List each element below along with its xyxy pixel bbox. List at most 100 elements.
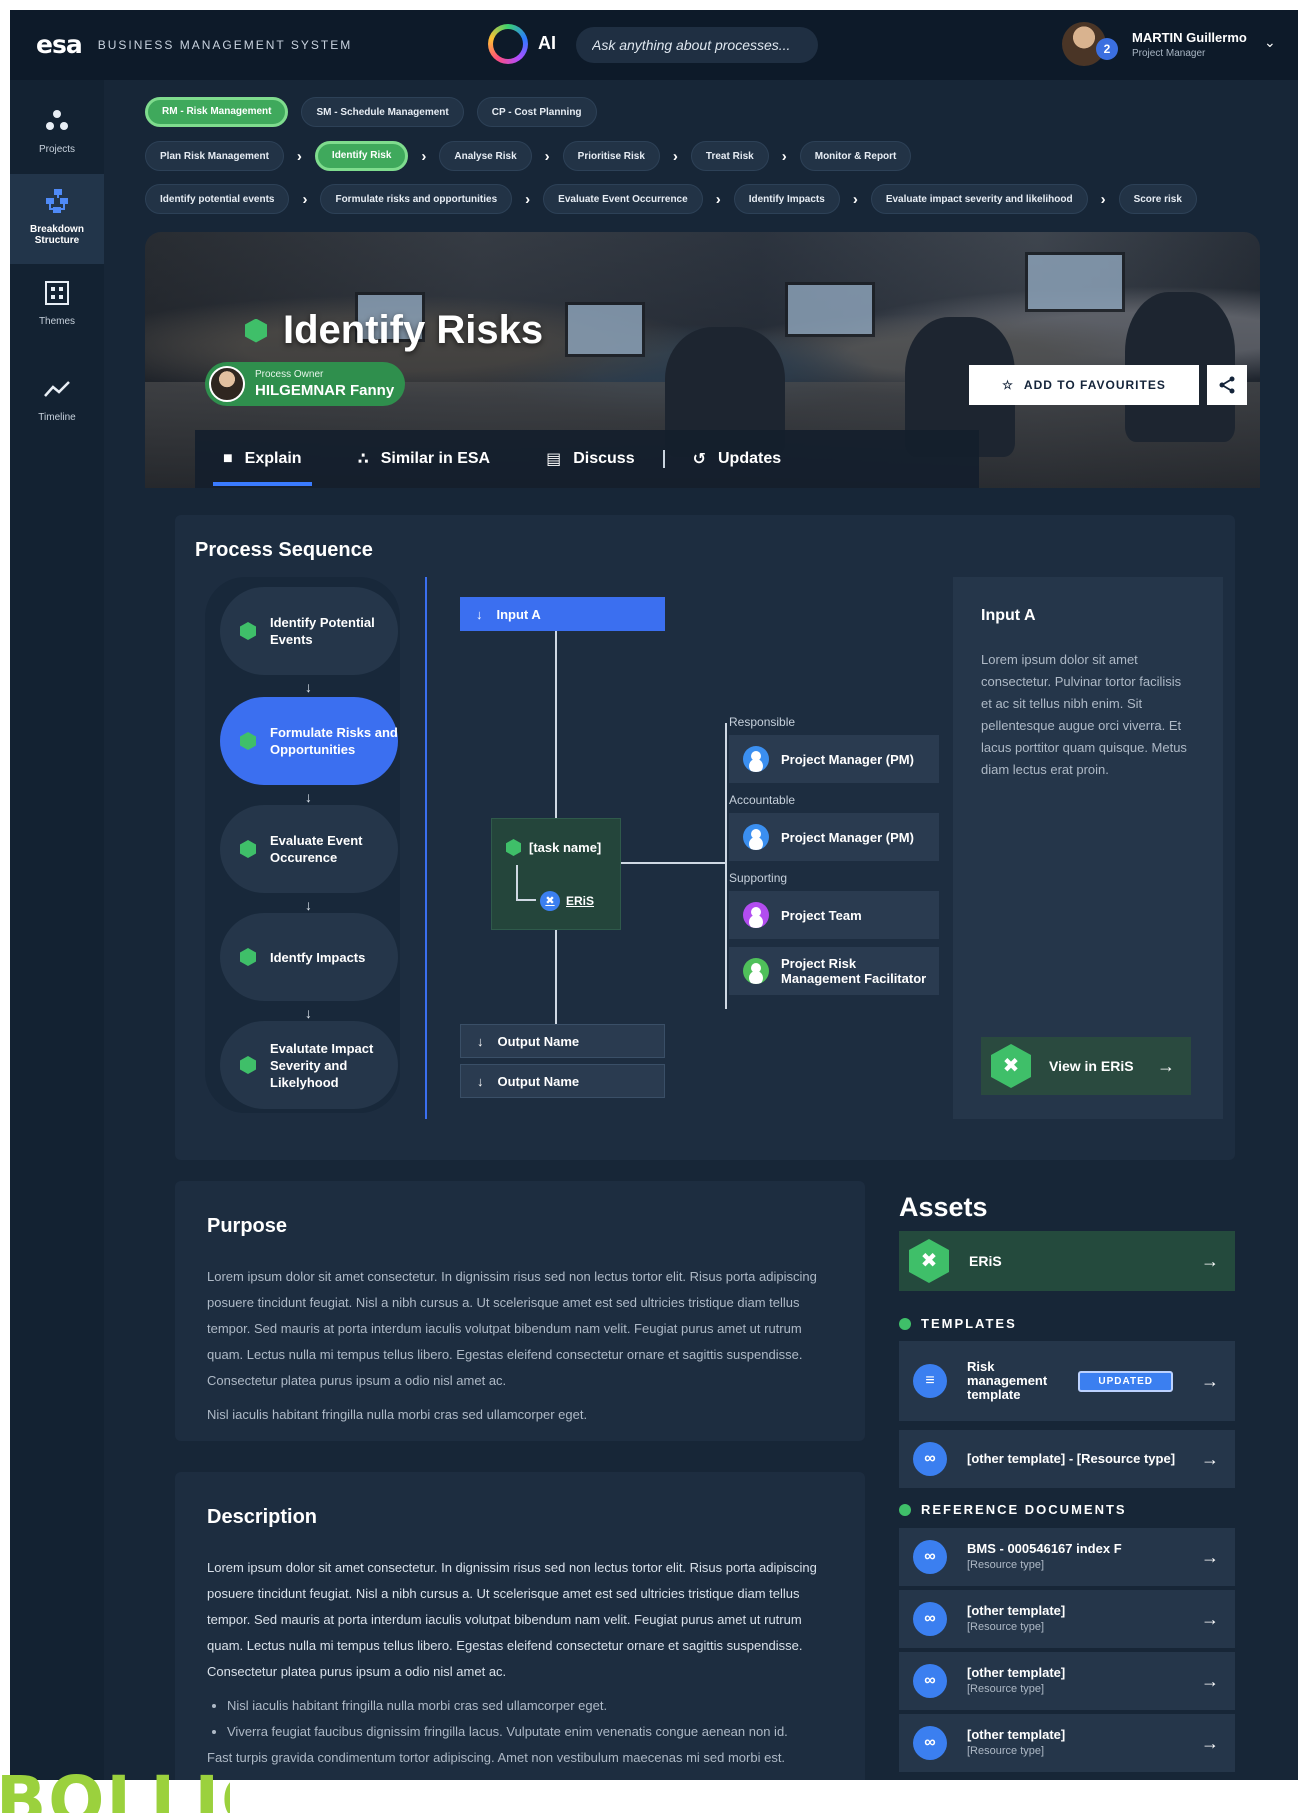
step-evaluate-occurrence[interactable]: Evaluate Event Occurence [220, 805, 398, 893]
task-tree-line [516, 865, 536, 901]
crumb-identify-events[interactable]: Identify potential events [145, 184, 290, 214]
crumb-identify-risk[interactable]: Identify Risk [314, 141, 409, 171]
role-responsible[interactable]: Project Manager (PM) [729, 735, 939, 783]
crumb-treat-risk[interactable]: Treat Risk [690, 141, 769, 171]
crumb-evaluate-severity[interactable]: Evaluate impact severity and likelihood [870, 184, 1088, 214]
chevron-right-icon: › [781, 147, 787, 165]
connector-line [555, 930, 557, 1024]
crumb-plan-risk[interactable]: Plan Risk Management [145, 141, 284, 171]
user-menu[interactable]: MARTIN Guillermo Project Manager [1062, 22, 1247, 66]
step-label: Identify Potential Events [270, 615, 375, 647]
page-title-text: Identify Risks [283, 308, 544, 352]
step-label: Evalutate Impact Severity and Likelyhood [270, 1040, 374, 1090]
output-box[interactable]: ↓ Output Name [460, 1064, 665, 1098]
tab-label: Explain [244, 450, 302, 467]
asset-eris[interactable]: ✖ ERiS → [899, 1231, 1235, 1291]
asset-eris-label: ERiS [969, 1253, 1002, 1269]
breadcrumb-row-domains: RM - Risk Management SM - Schedule Manag… [145, 97, 597, 127]
view-in-eris-button[interactable]: ✖ View in ERiS → [981, 1037, 1191, 1095]
task-tool-link[interactable]: ✖ ERiS [540, 891, 594, 911]
owner-avatar [209, 366, 245, 402]
tab-discuss[interactable]: ▤ Discuss [518, 430, 663, 488]
step-evaluate-severity[interactable]: Evalutate Impact Severity and Likelyhood [220, 1021, 398, 1109]
sidebar-item-breakdown[interactable]: Breakdown Structure [10, 174, 104, 264]
purpose-panel: Purpose Lorem ipsum dolor sit amet conse… [175, 1181, 865, 1441]
hexagon-icon [506, 839, 521, 856]
crumb-formulate-risks[interactable]: Formulate risks and opportunities [320, 184, 513, 214]
chevron-right-icon: › [852, 190, 858, 208]
star-icon: ☆ [1002, 378, 1014, 392]
tab-label: Updates [718, 450, 782, 467]
crumb-prioritise-risk[interactable]: Prioritise Risk [562, 141, 660, 171]
connector-line [621, 862, 727, 864]
crumb-analyse-risk[interactable]: Analyse Risk [439, 141, 532, 171]
crumb-risk-management[interactable]: RM - Risk Management [145, 97, 289, 127]
sidebar-item-timeline[interactable]: Timeline [10, 376, 104, 436]
doc-type: [Resource type] [967, 1621, 1045, 1633]
add-to-favourites-button[interactable]: ☆ ADD TO FAVOURITES [969, 365, 1199, 405]
esa-logo[interactable]: esa [36, 30, 83, 59]
hexagon-icon [240, 948, 256, 966]
person-icon [743, 746, 769, 772]
projects-icon [10, 108, 104, 138]
tab-updates[interactable]: ↺ Updates [665, 430, 810, 488]
reference-document[interactable]: ∞ [other template] [Resource type] → [899, 1590, 1235, 1648]
link-icon: ∞ [913, 1726, 947, 1760]
crumb-identify-impacts[interactable]: Identify Impacts [733, 184, 840, 214]
crumb-monitor-report[interactable]: Monitor & Report [799, 141, 912, 171]
templates-heading: TEMPLATES [899, 1316, 1017, 1331]
owner-label: Process Owner [255, 369, 324, 380]
bullet-dot [899, 1317, 911, 1330]
sidebar-item-themes[interactable]: Themes [10, 280, 104, 340]
breakdown-icon [10, 188, 104, 218]
reference-document[interactable]: ∞ [other template] [Resource type] → [899, 1714, 1235, 1772]
view-label: View in ERiS [1049, 1058, 1134, 1074]
share-button[interactable] [1207, 365, 1247, 405]
hexagon-icon [240, 840, 256, 858]
output-box[interactable]: ↓ Output Name [460, 1024, 665, 1058]
output-label: Output Name [497, 1073, 580, 1089]
sidebar-item-projects[interactable]: Projects [10, 108, 104, 178]
hero-banner: Identify Risks Process Owner HILGEMNAR F… [145, 232, 1260, 488]
reference-document[interactable]: ∞ [other template] [Resource type] → [899, 1652, 1235, 1710]
step-identify-impacts[interactable]: Identfy Impacts [220, 913, 398, 1001]
input-box[interactable]: ↓ Input A [460, 597, 665, 631]
ai-orb-icon[interactable] [488, 24, 528, 64]
hero-photo-monitor [565, 302, 645, 357]
step-identify-events[interactable]: Identify Potential Events [220, 587, 398, 675]
brand[interactable]: esa BUSINESS MANAGEMENT SYSTEM [36, 30, 352, 59]
role-supporting-facilitator[interactable]: Project Risk Management Facilitator [729, 947, 939, 995]
sidebar-item-label: Timeline [38, 412, 76, 423]
description-trailing: Fast turpis gravida condimentum tortor a… [207, 1750, 786, 1765]
tab-similar[interactable]: ∴ Similar in ESA [330, 430, 519, 488]
ai-search-input[interactable] [576, 27, 818, 63]
chevron-down-icon[interactable]: ⌄ [1264, 34, 1276, 51]
favourite-label: ADD TO FAVOURITES [1023, 378, 1166, 392]
template-other[interactable]: ∞ [other template] - [Resource type] → [899, 1430, 1235, 1488]
input-label: Input A [496, 606, 541, 622]
role-label-supporting: Supporting [729, 871, 788, 885]
crumb-schedule-management[interactable]: SM - Schedule Management [301, 97, 464, 127]
user-name: MARTIN Guillermo [1132, 29, 1247, 45]
breadcrumb-row-tasks: Identify potential events › Formulate ri… [145, 184, 1197, 214]
description-bullets: Nisl iaculis habitant fringilla nulla mo… [227, 1693, 833, 1745]
template-risk-management[interactable]: ≡ Risk management template UPDATED → [899, 1341, 1235, 1421]
step-formulate-risks[interactable]: Formulate Risks and Opportunities [220, 697, 398, 785]
process-owner-chip[interactable]: Process Owner HILGEMNAR Fanny [205, 362, 405, 406]
crumb-cost-planning[interactable]: CP - Cost Planning [476, 97, 597, 127]
hexagon-icon [240, 732, 256, 750]
role-supporting-team[interactable]: Project Team [729, 891, 939, 939]
doc-title: [other template] [Resource type] [967, 1666, 1065, 1696]
tab-explain[interactable]: ■ Explain [195, 430, 330, 488]
chevron-right-icon: › [1100, 190, 1106, 208]
crumb-score-risk[interactable]: Score risk [1118, 184, 1197, 214]
task-box[interactable]: [task name] ✖ ERiS [491, 818, 621, 930]
role-accountable[interactable]: Project Manager (PM) [729, 813, 939, 861]
notification-badge[interactable]: 2 [1096, 38, 1118, 60]
reference-document[interactable]: ∞ BMS - 000546167 index F [Resource type]… [899, 1528, 1235, 1586]
sidebar-item-label: Themes [38, 316, 76, 327]
history-icon: ↺ [692, 451, 706, 468]
crumb-evaluate-occurrence[interactable]: Evaluate Event Occurrence [543, 184, 703, 214]
link-icon: ∞ [913, 1602, 947, 1636]
sidebar: Projects Breakdown Structure Themes Time… [10, 80, 104, 1780]
